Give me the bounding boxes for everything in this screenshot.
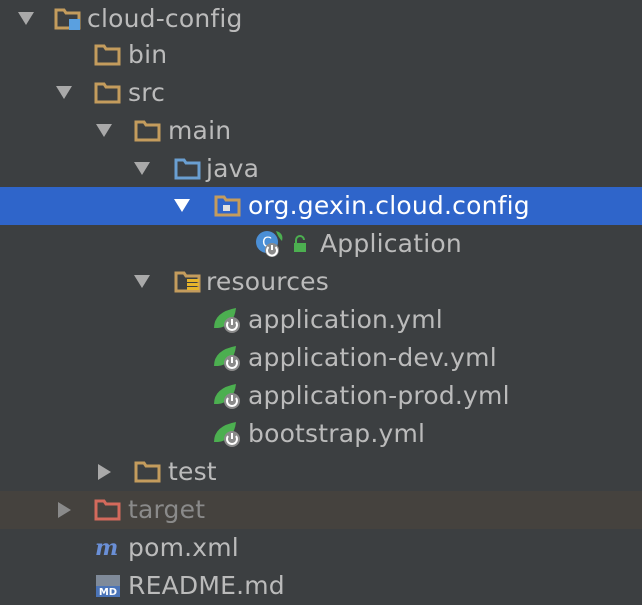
tree-label: java xyxy=(206,154,260,183)
tree-label: README.md xyxy=(128,571,285,600)
tree-row-src[interactable]: src xyxy=(0,74,642,112)
tree-label: application-prod.yml xyxy=(248,381,510,410)
tree-row-file[interactable]: application.yml xyxy=(0,301,642,339)
expand-arrow-icon[interactable] xyxy=(174,199,190,212)
spring-config-file-icon xyxy=(212,420,244,448)
tree-label: application-dev.yml xyxy=(248,343,497,372)
expand-arrow-icon[interactable] xyxy=(134,275,150,288)
tree-row-application[interactable]: C Application xyxy=(0,225,642,263)
expand-arrow-icon[interactable] xyxy=(134,162,150,175)
tree-label: src xyxy=(128,78,166,107)
tree-row-readme[interactable]: MD README.md xyxy=(0,567,642,605)
expand-arrow-icon[interactable] xyxy=(96,124,112,137)
tree-row-test[interactable]: test xyxy=(0,453,642,491)
tree-row-target[interactable]: target xyxy=(0,491,642,529)
tree-label: resources xyxy=(206,267,329,296)
project-tree: cloud-config bin src main java org.gexin… xyxy=(0,0,642,604)
tree-row-file[interactable]: bootstrap.yml xyxy=(0,415,642,453)
tree-row-file[interactable]: application-prod.yml xyxy=(0,377,642,415)
tree-row-main[interactable]: main xyxy=(0,112,642,150)
tree-row-package[interactable]: org.gexin.cloud.config xyxy=(0,187,642,225)
source-folder-icon xyxy=(174,157,201,181)
folder-icon xyxy=(134,119,161,143)
collapse-arrow-icon[interactable] xyxy=(98,464,111,480)
tree-label: pom.xml xyxy=(128,533,239,562)
folder-icon xyxy=(94,43,121,67)
tree-label: application.yml xyxy=(248,305,443,334)
tree-label: org.gexin.cloud.config xyxy=(248,191,530,220)
tree-label: target xyxy=(128,495,206,524)
maven-file-icon: m xyxy=(94,536,122,560)
expand-arrow-icon[interactable] xyxy=(18,12,34,25)
tree-row-resources[interactable]: resources xyxy=(0,263,642,301)
spring-config-file-icon xyxy=(212,306,244,334)
markdown-file-icon: MD xyxy=(94,573,122,599)
tree-label: main xyxy=(168,116,232,145)
excluded-folder-icon xyxy=(94,498,121,522)
tree-row-pom[interactable]: m pom.xml xyxy=(0,529,642,567)
spring-boot-class-icon: C xyxy=(254,229,286,259)
tree-label: Application xyxy=(320,229,462,258)
tree-row-cloud-config[interactable]: cloud-config xyxy=(0,0,642,38)
tree-label: test xyxy=(168,457,217,486)
tree-label: bootstrap.yml xyxy=(248,419,426,448)
tree-label: cloud-config xyxy=(87,4,243,33)
module-folder-icon xyxy=(54,7,81,31)
collapse-arrow-icon[interactable] xyxy=(58,502,71,518)
resources-folder-icon xyxy=(174,270,201,294)
folder-icon xyxy=(94,81,121,105)
spring-config-file-icon xyxy=(212,344,244,372)
maven-badge: m xyxy=(95,536,118,560)
tree-label: bin xyxy=(128,40,168,69)
expand-arrow-icon[interactable] xyxy=(56,86,72,99)
spring-config-file-icon xyxy=(212,382,244,410)
tree-row-bin[interactable]: bin xyxy=(0,36,642,74)
unlock-icon xyxy=(292,235,308,253)
markdown-badge: MD xyxy=(99,587,117,598)
package-icon xyxy=(214,194,241,218)
folder-icon xyxy=(134,460,161,484)
tree-row-file[interactable]: application-dev.yml xyxy=(0,339,642,377)
tree-row-java[interactable]: java xyxy=(0,150,642,188)
